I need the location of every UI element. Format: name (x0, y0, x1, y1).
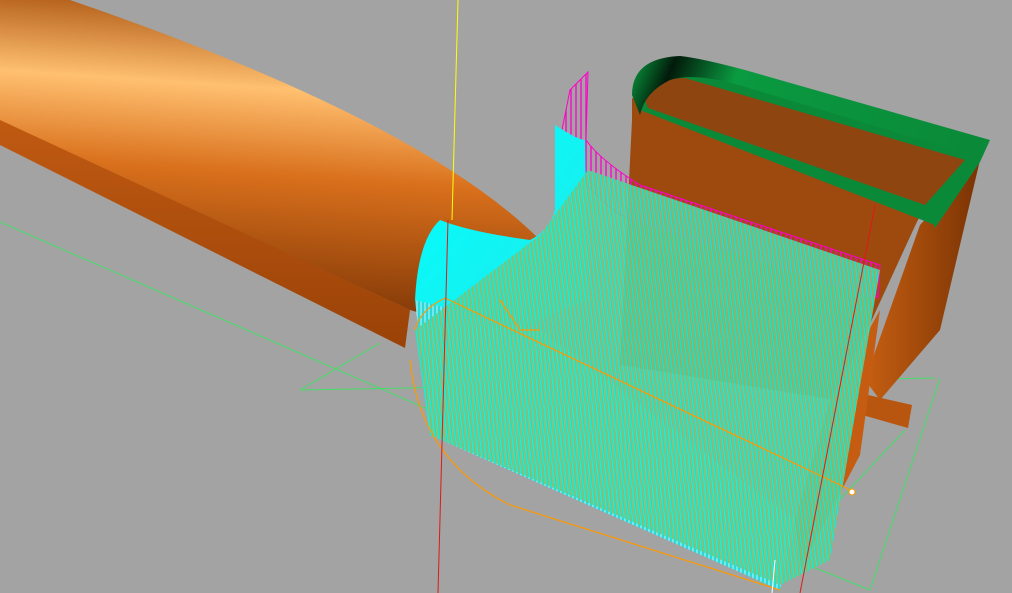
3d-viewport[interactable] (0, 0, 1012, 593)
toolpath-handle[interactable] (848, 488, 856, 496)
